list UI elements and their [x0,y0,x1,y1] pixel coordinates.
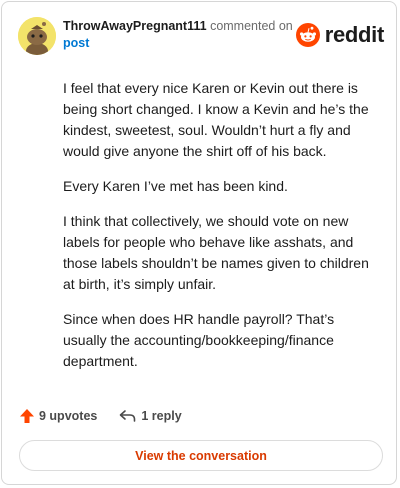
comment-header: ThrowAwayPregnant111 commented on post r… [18,15,384,55]
comment-body: I feel that every nice Karen or Kevin ou… [63,78,378,386]
comment-paragraph: I feel that every nice Karen or Kevin ou… [63,80,369,159]
comment-paragraph: I think that collectively, we should vot… [63,213,369,292]
reddit-logo-icon [295,23,320,47]
upvote-button[interactable]: 9 upvotes [19,408,97,424]
avatar[interactable] [18,17,56,55]
view-conversation-button[interactable]: View the conversation [19,440,383,471]
upvotes-count: 9 upvotes [39,409,98,423]
brand-wordmark: reddit [324,22,385,47]
replies-count: 1 reply [141,409,182,423]
reply-arrow-icon [120,410,136,422]
comment-paragraph: Every Karen I’ve met has been kind. [63,178,288,194]
action-text: commented on [210,19,293,33]
reply-button[interactable]: 1 reply [119,409,182,423]
comment-paragraph: Since when does HR handle payroll? That’… [63,311,335,369]
comment-meta: ThrowAwayPregnant111 commented on post [63,18,293,52]
comment-card: ThrowAwayPregnant111 commented on post r… [1,1,397,485]
comment-footer: 9 upvotes 1 reply [19,405,182,427]
reddit-brand[interactable]: reddit [295,22,385,48]
username[interactable]: ThrowAwayPregnant111 [63,19,207,33]
post-link[interactable]: post [63,36,89,50]
upvote-arrow-icon [20,409,34,423]
avatar-snoo-icon [18,17,56,55]
